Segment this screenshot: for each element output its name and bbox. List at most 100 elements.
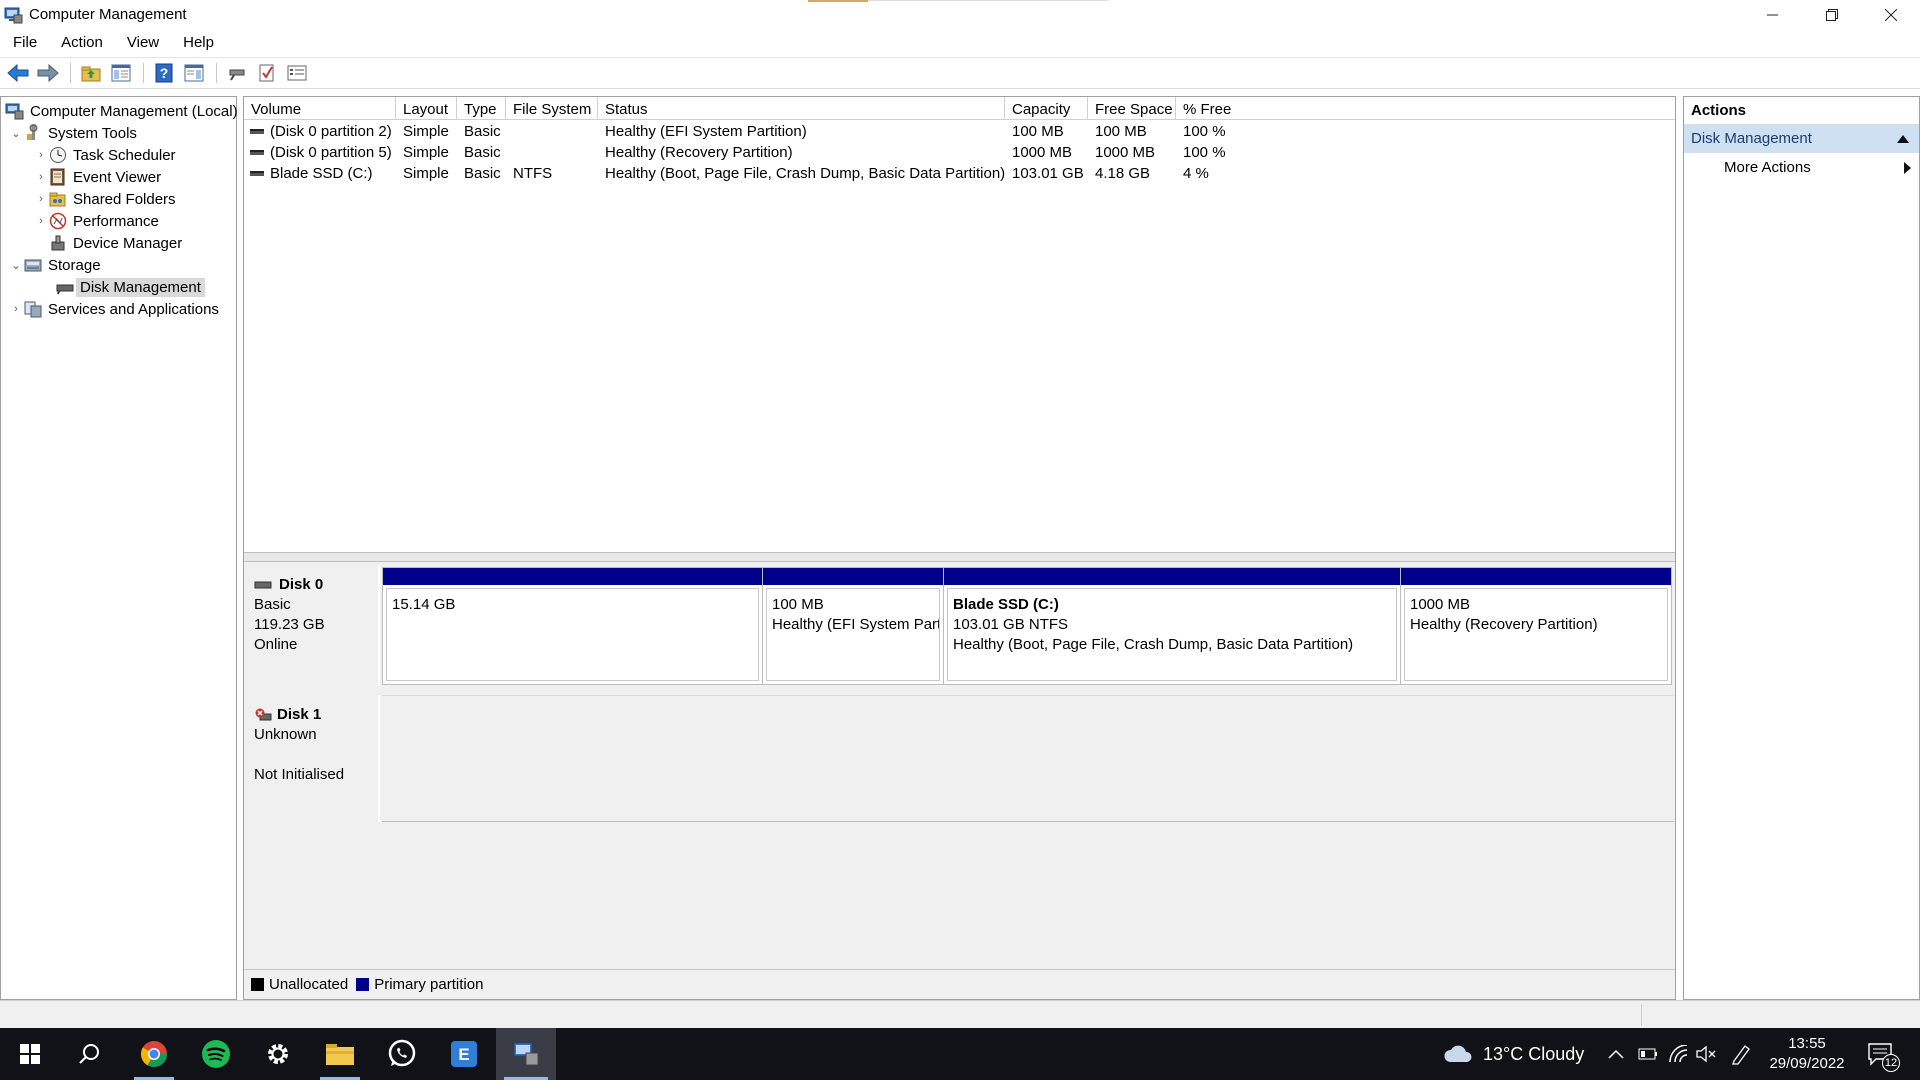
show-hide-action-pane-button[interactable] (180, 60, 208, 86)
volume-percent-free: 100 % (1183, 144, 1226, 161)
volume-type: Basic (464, 165, 501, 182)
taskbar-file-explorer[interactable] (314, 1028, 366, 1080)
menu-help[interactable]: Help (170, 29, 225, 56)
tree-item-performance[interactable]: › Performance (34, 210, 159, 232)
partition-bar (944, 568, 1400, 585)
primary-swatch (356, 978, 370, 991)
folder-icon (326, 1044, 354, 1065)
column-percent-free[interactable]: % Free (1176, 97, 1675, 120)
event-viewer-icon (48, 168, 68, 186)
volume-status: Healthy (Boot, Page File, Crash Dump, Ba… (605, 165, 1005, 182)
chevron-right-icon[interactable]: › (9, 303, 23, 315)
partition-size: 15.14 GB (392, 596, 456, 613)
volume-layout: Simple (403, 165, 449, 182)
tree-item-task-scheduler[interactable]: › Task Scheduler (34, 144, 175, 166)
collapse-triangle-icon[interactable] (1897, 135, 1909, 143)
tree-label: Event Viewer (73, 168, 162, 186)
column-capacity[interactable]: Capacity (1005, 97, 1088, 120)
taskbar-app-e[interactable]: E (438, 1028, 490, 1080)
chevron-right-icon[interactable]: › (34, 193, 48, 205)
disk-1-area[interactable] (382, 695, 1674, 822)
weather-text: 13°C Cloudy (1483, 1043, 1585, 1064)
connect-button[interactable] (223, 60, 251, 86)
taskbar-chrome[interactable] (128, 1028, 180, 1080)
chevron-down-icon[interactable]: ⌄ (9, 259, 23, 272)
help-button[interactable]: ? (150, 60, 178, 86)
volume-capacity: 100 MB (1012, 123, 1064, 140)
up-folder-button[interactable] (77, 60, 105, 86)
weather-widget[interactable]: 13°C Cloudy (1443, 1028, 1584, 1080)
partition-unallocated[interactable]: 15.14 GB (383, 568, 763, 684)
close-button[interactable] (1861, 0, 1920, 29)
legend-primary: Primary partition (374, 976, 484, 993)
properties-check-button[interactable] (253, 60, 281, 86)
chevron-down-icon[interactable]: ⌄ (9, 127, 23, 140)
pane-splitter[interactable] (244, 552, 1675, 562)
battery-tray[interactable] (1638, 1028, 1658, 1080)
chevron-right-icon[interactable]: › (34, 215, 48, 227)
partition-status: Healthy (Recovery Partition) (1410, 616, 1598, 633)
show-hide-tree-button[interactable] (107, 60, 135, 86)
menu-action[interactable]: Action (48, 29, 114, 56)
toolbar-separator (143, 63, 144, 83)
more-actions-item[interactable]: More Actions (1684, 153, 1919, 183)
disk-size: 119.23 GB (254, 616, 325, 633)
gear-icon (268, 1044, 288, 1064)
unallocated-swatch (251, 978, 264, 991)
title-bar[interactable]: Computer Management (0, 0, 1920, 29)
chevron-right-icon[interactable]: › (34, 149, 48, 161)
column-type[interactable]: Type (457, 97, 506, 120)
tree-item-event-viewer[interactable]: › Event Viewer (34, 166, 161, 188)
tree-item-shared-folders[interactable]: › Shared Folders (34, 188, 175, 210)
title-accent-line (868, 0, 1108, 1)
clock[interactable]: 13:55 29/09/2022 (1760, 1034, 1854, 1074)
spotify-icon (202, 1040, 230, 1068)
volume-tray[interactable] (1696, 1028, 1718, 1080)
menu-view[interactable]: View (114, 29, 170, 56)
taskbar-settings[interactable] (252, 1028, 304, 1080)
pen-tray[interactable] (1730, 1028, 1752, 1080)
restore-button[interactable] (1802, 0, 1861, 29)
menu-file[interactable]: File (0, 29, 48, 56)
start-button[interactable] (4, 1028, 56, 1080)
forward-button[interactable] (34, 60, 62, 86)
tree-item-disk-management[interactable]: Disk Management (55, 276, 205, 298)
computer-management-icon (4, 7, 23, 23)
search-button[interactable] (64, 1028, 116, 1080)
submenu-arrow-icon (1904, 162, 1911, 174)
taskbar-spotify[interactable] (190, 1028, 242, 1080)
tree-item-storage[interactable]: ⌄ Storage (9, 254, 100, 276)
column-free-space[interactable]: Free Space (1088, 97, 1176, 120)
column-status[interactable]: Status (598, 97, 1005, 120)
partition-size: 100 MB (772, 596, 824, 613)
properties-list-button[interactable] (283, 60, 311, 86)
disk-0-label[interactable]: Disk 0 Basic 119.23 GB Online (246, 565, 380, 685)
show-hidden-icons[interactable] (1608, 1028, 1624, 1080)
actions-pane: Actions Disk Management More Actions (1683, 96, 1920, 1000)
tree-item-system-tools[interactable]: ⌄ System Tools (9, 122, 137, 144)
taskbar-computer-management[interactable] (496, 1028, 556, 1080)
disk-1-label[interactable]: Disk 1 Unknown Not Initialised (246, 695, 380, 822)
clock-date: 29/09/2022 (1769, 1055, 1845, 1072)
volume-type: Basic (464, 123, 501, 140)
notification-center[interactable]: 12 (1868, 1028, 1900, 1080)
partition-c[interactable]: Blade SSD (C:) 103.01 GB NTFS Healthy (B… (944, 568, 1401, 684)
volume-row[interactable]: (Disk 0 partition 2) Simple Basic Health… (244, 121, 1276, 142)
column-layout[interactable]: Layout (396, 97, 457, 120)
volume-row[interactable]: (Disk 0 partition 5) Simple Basic Health… (244, 142, 1276, 163)
volume-row[interactable]: Blade SSD (C:) Simple Basic NTFS Healthy… (244, 163, 1276, 184)
column-file-system[interactable]: File System (506, 97, 598, 120)
network-tray[interactable] (1668, 1028, 1688, 1080)
tree-item-services[interactable]: › Services and Applications (9, 298, 219, 320)
taskbar-whatsapp[interactable] (376, 1028, 428, 1080)
chevron-right-icon[interactable]: › (34, 171, 48, 183)
back-button[interactable] (4, 60, 32, 86)
minimize-button[interactable] (1743, 0, 1802, 29)
actions-section-disk-management[interactable]: Disk Management (1684, 125, 1919, 153)
partition-recovery[interactable]: 1000 MB Healthy (Recovery Partition) (1401, 568, 1671, 684)
tree-item-device-manager[interactable]: Device Manager (48, 232, 182, 254)
column-volume[interactable]: Volume (244, 97, 396, 120)
tree-item-root[interactable]: Computer Management (Local) (5, 100, 238, 122)
partition-efi[interactable]: 100 MB Healthy (EFI System Part (763, 568, 944, 684)
tree-label: Computer Management (Local) (30, 102, 238, 120)
